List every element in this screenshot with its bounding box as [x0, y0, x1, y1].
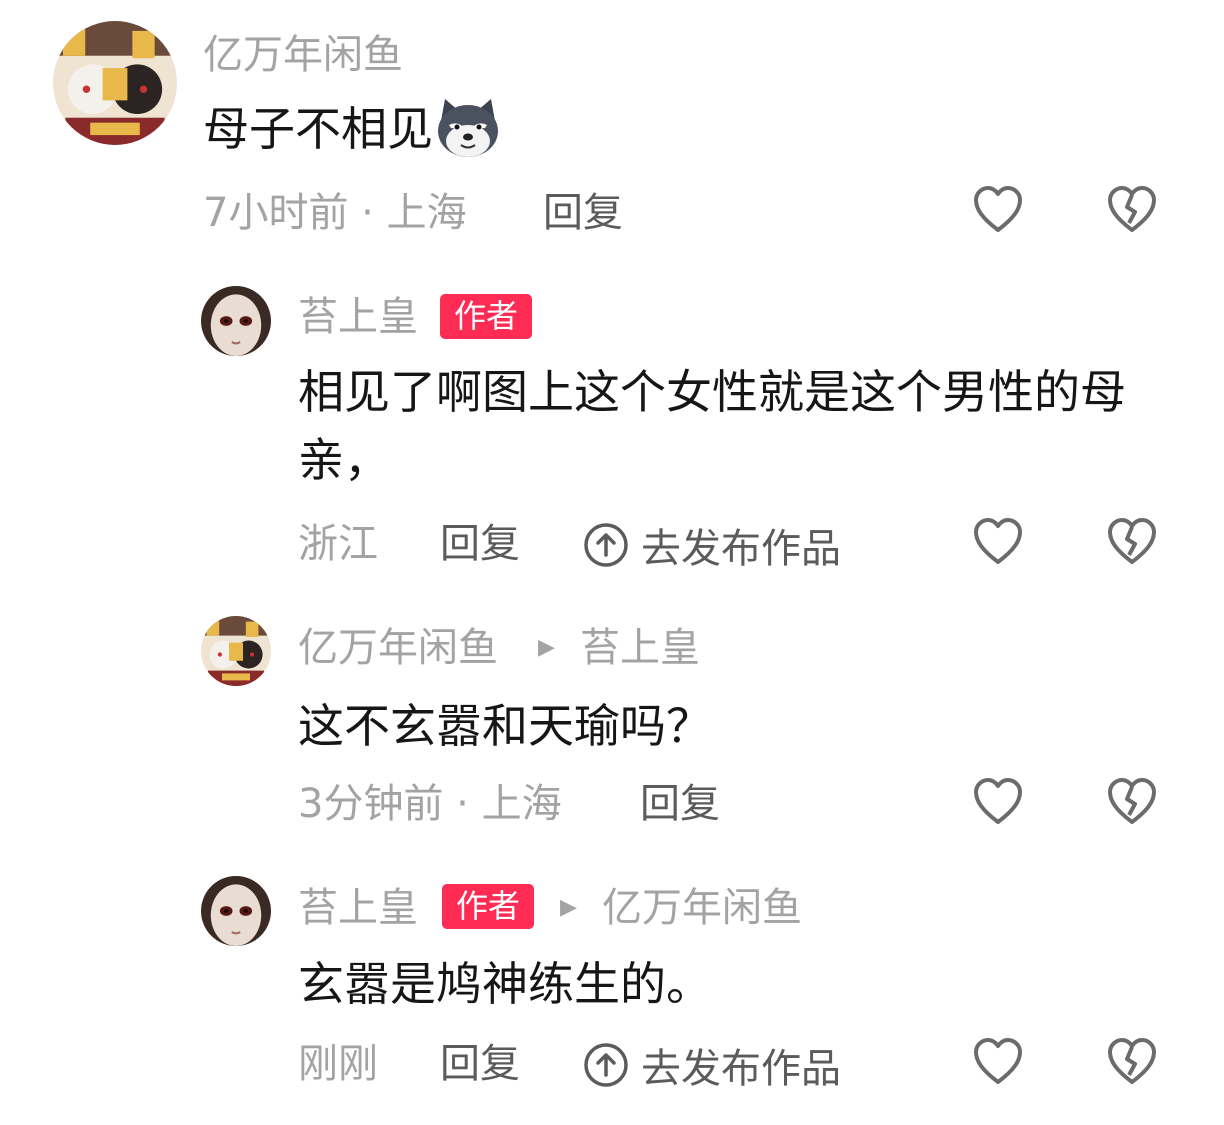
heart-outline-icon[interactable]: [972, 185, 1024, 239]
comment-author[interactable]: 亿万年闲鱼: [203, 35, 403, 75]
comment-location: 浙江: [298, 521, 378, 567]
broken-heart-icon[interactable]: [1106, 1037, 1158, 1091]
broken-heart-icon[interactable]: [1106, 517, 1158, 571]
author-badge: 作者: [442, 884, 535, 929]
comment-time-location: 3分钟前 · 上海: [298, 781, 562, 827]
broken-heart-icon[interactable]: [1106, 777, 1158, 831]
comment-author[interactable]: 苔上皇: [298, 888, 418, 928]
publish-work-button[interactable]: 去发布作品: [583, 1042, 841, 1095]
comment-text: 相见了啊图上这个女性就是这个男性的母亲，: [298, 365, 1126, 487]
heart-outline-icon[interactable]: [972, 777, 1024, 831]
comment-time-location: 7小时前 · 上海: [203, 190, 467, 236]
comment-text: 玄嚣是鸠神练生的。: [298, 957, 712, 1011]
triangle-right-icon: ▶: [538, 635, 555, 660]
comment-author[interactable]: 苔上皇: [298, 297, 418, 337]
reply-button[interactable]: 回复: [440, 1044, 520, 1084]
avatar[interactable]: [53, 21, 177, 145]
broken-heart-icon[interactable]: [1106, 185, 1158, 239]
publish-work-button[interactable]: 去发布作品: [583, 522, 841, 575]
avatar[interactable]: [201, 286, 271, 356]
avatar[interactable]: [201, 876, 271, 946]
heart-outline-icon[interactable]: [972, 517, 1024, 571]
reply-to-user[interactable]: 苔上皇: [580, 628, 700, 668]
reply-button[interactable]: 回复: [640, 784, 720, 824]
upload-circle-icon: [583, 1042, 629, 1095]
heart-outline-icon[interactable]: [972, 1037, 1024, 1091]
reply-button[interactable]: 回复: [543, 193, 623, 233]
wolf-emoji-icon: [435, 97, 501, 177]
comment-text: 母子不相见: [203, 95, 1103, 177]
avatar[interactable]: [201, 616, 271, 686]
reply-button[interactable]: 回复: [440, 524, 520, 564]
author-badge: 作者: [440, 294, 533, 339]
comment-text-content: 母子不相见: [203, 102, 433, 156]
reply-to-user[interactable]: 亿万年闲鱼: [602, 888, 802, 928]
comment-time: 刚刚: [298, 1041, 378, 1087]
upload-circle-icon: [583, 522, 629, 575]
comment-text: 这不玄嚣和天瑜吗？: [298, 699, 712, 753]
publish-work-label: 去发布作品: [641, 1045, 841, 1092]
publish-work-label: 去发布作品: [641, 525, 841, 572]
comment-author[interactable]: 亿万年闲鱼: [298, 628, 498, 668]
triangle-right-icon: ▶: [560, 895, 577, 920]
